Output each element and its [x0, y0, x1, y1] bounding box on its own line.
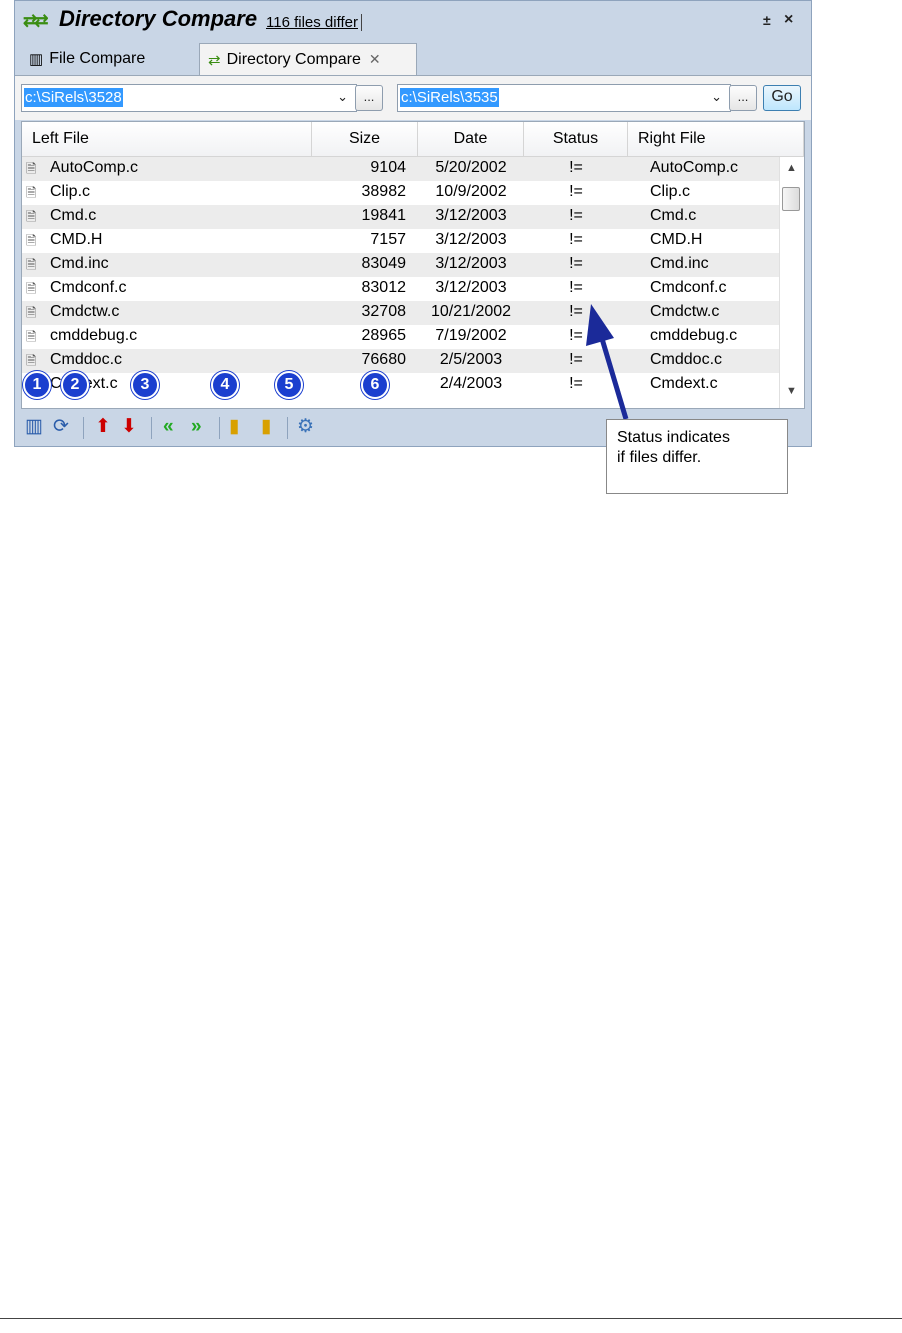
- arrow-head: [586, 304, 614, 346]
- arrow-shaft: [597, 331, 629, 420]
- status-callout: Status indicates if files differ.: [606, 419, 788, 494]
- callout-line-1: Status indicates: [617, 429, 730, 446]
- callout-line-2: if files differ.: [617, 449, 702, 466]
- page-divider: [0, 1318, 902, 1319]
